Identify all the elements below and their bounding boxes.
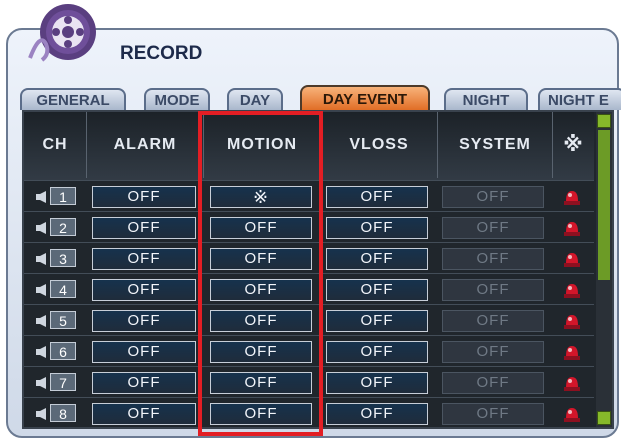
vloss-value[interactable]: OFF bbox=[326, 279, 428, 301]
header-system: SYSTEM bbox=[438, 112, 553, 178]
header-alarm: ALARM bbox=[87, 112, 204, 178]
alarm-value[interactable]: OFF bbox=[92, 217, 196, 239]
table-row: 5 OFF OFF OFF OFF bbox=[24, 304, 594, 336]
speaker-icon bbox=[36, 315, 46, 327]
channel-cell: 3 bbox=[36, 249, 80, 268]
scroll-up-arrow-icon[interactable] bbox=[597, 114, 611, 128]
channel-cell: 7 bbox=[36, 373, 80, 392]
channel-cell: 6 bbox=[36, 342, 80, 361]
alarm-value[interactable]: OFF bbox=[92, 403, 196, 425]
speaker-icon bbox=[36, 191, 46, 203]
system-value: OFF bbox=[442, 186, 544, 208]
table-row: 4 OFF OFF OFF OFF bbox=[24, 273, 594, 305]
alarm-value[interactable]: OFF bbox=[92, 341, 196, 363]
motion-value[interactable]: OFF bbox=[210, 279, 312, 301]
table-row: 2 OFF OFF OFF OFF bbox=[24, 211, 594, 243]
alarm-value[interactable]: OFF bbox=[92, 310, 196, 332]
channel-cell: 4 bbox=[36, 280, 80, 299]
alarm-beacon-icon[interactable] bbox=[562, 251, 582, 267]
channel-number: 8 bbox=[50, 404, 76, 422]
tab-night[interactable]: NIGHT bbox=[444, 88, 528, 110]
motion-value[interactable]: OFF bbox=[210, 217, 312, 239]
motion-value[interactable]: OFF bbox=[210, 248, 312, 270]
system-value: OFF bbox=[442, 279, 544, 301]
vloss-value[interactable]: OFF bbox=[326, 372, 428, 394]
table-row: 6 OFF OFF OFF OFF bbox=[24, 335, 594, 367]
channel-cell: 5 bbox=[36, 311, 80, 330]
alarm-value[interactable]: OFF bbox=[92, 186, 196, 208]
scroll-down-arrow-icon[interactable] bbox=[597, 411, 611, 425]
channel-number: 5 bbox=[50, 311, 76, 329]
alarm-beacon-icon[interactable] bbox=[562, 282, 582, 298]
channel-number: 3 bbox=[50, 249, 76, 267]
alarm-value[interactable]: OFF bbox=[92, 372, 196, 394]
system-value: OFF bbox=[442, 403, 544, 425]
header-motion: MOTION bbox=[204, 112, 321, 178]
tab-bar: GENERAL MODE DAY DAY EVENT NIGHT NIGHT E bbox=[20, 84, 621, 111]
tab-day[interactable]: DAY bbox=[227, 88, 283, 110]
motion-value[interactable]: OFF bbox=[210, 310, 312, 332]
system-value: OFF bbox=[442, 310, 544, 332]
channel-number: 6 bbox=[50, 342, 76, 360]
motion-value[interactable]: OFF bbox=[210, 341, 312, 363]
header-vloss: VLOSS bbox=[321, 112, 438, 178]
vertical-scrollbar[interactable] bbox=[596, 112, 612, 427]
speaker-icon bbox=[36, 253, 46, 265]
table-row: 3 OFF OFF OFF OFF bbox=[24, 242, 594, 274]
record-grid: CH ALARM MOTION VLOSS SYSTEM ※ 1 OFF ※ O… bbox=[22, 110, 614, 429]
alarm-value[interactable]: OFF bbox=[92, 248, 196, 270]
channel-cell: 8 bbox=[36, 404, 80, 423]
alarm-beacon-icon[interactable] bbox=[562, 313, 582, 329]
vloss-value[interactable]: OFF bbox=[326, 310, 428, 332]
tab-day-event[interactable]: DAY EVENT bbox=[300, 85, 430, 111]
table-row: 1 OFF ※ OFF OFF bbox=[24, 180, 594, 212]
channel-cell: 1 bbox=[36, 187, 80, 206]
alarm-beacon-icon[interactable] bbox=[562, 220, 582, 236]
channel-number: 2 bbox=[50, 218, 76, 236]
alarm-beacon-icon[interactable] bbox=[562, 344, 582, 360]
header-alarm-out: ※ bbox=[563, 134, 584, 156]
system-value: OFF bbox=[442, 372, 544, 394]
channel-number: 7 bbox=[50, 373, 76, 391]
channel-number: 4 bbox=[50, 280, 76, 298]
system-value: OFF bbox=[442, 341, 544, 363]
speaker-icon bbox=[36, 284, 46, 296]
alarm-beacon-icon[interactable] bbox=[562, 375, 582, 391]
system-value: OFF bbox=[442, 248, 544, 270]
table-row: 7 OFF OFF OFF OFF bbox=[24, 366, 594, 398]
alarm-value[interactable]: OFF bbox=[92, 279, 196, 301]
channel-cell: 2 bbox=[36, 218, 80, 237]
system-value: OFF bbox=[442, 217, 544, 239]
speaker-icon bbox=[36, 408, 46, 420]
tab-general[interactable]: GENERAL bbox=[20, 88, 126, 110]
motion-value[interactable]: OFF bbox=[210, 372, 312, 394]
vloss-value[interactable]: OFF bbox=[326, 186, 428, 208]
table-header: CH ALARM MOTION VLOSS SYSTEM ※ bbox=[24, 112, 594, 180]
vloss-value[interactable]: OFF bbox=[326, 248, 428, 270]
table-row: 8 OFF OFF OFF OFF bbox=[24, 397, 594, 429]
tab-mode[interactable]: MODE bbox=[144, 88, 210, 110]
tab-night-event[interactable]: NIGHT E bbox=[538, 88, 621, 110]
motion-value[interactable]: ※ bbox=[210, 186, 312, 208]
vloss-value[interactable]: OFF bbox=[326, 403, 428, 425]
alarm-beacon-icon[interactable] bbox=[562, 406, 582, 422]
speaker-icon bbox=[36, 377, 46, 389]
header-ch: CH bbox=[24, 112, 87, 178]
motion-value[interactable]: OFF bbox=[210, 403, 312, 425]
speaker-icon bbox=[36, 346, 46, 358]
window-title: RECORD bbox=[120, 43, 203, 64]
alarm-beacon-icon[interactable] bbox=[562, 189, 582, 205]
speaker-icon bbox=[36, 222, 46, 234]
vloss-value[interactable]: OFF bbox=[326, 341, 428, 363]
scroll-thumb[interactable] bbox=[598, 130, 610, 280]
channel-number: 1 bbox=[50, 187, 76, 205]
film-reel-icon bbox=[28, 4, 96, 62]
vloss-value[interactable]: OFF bbox=[326, 217, 428, 239]
